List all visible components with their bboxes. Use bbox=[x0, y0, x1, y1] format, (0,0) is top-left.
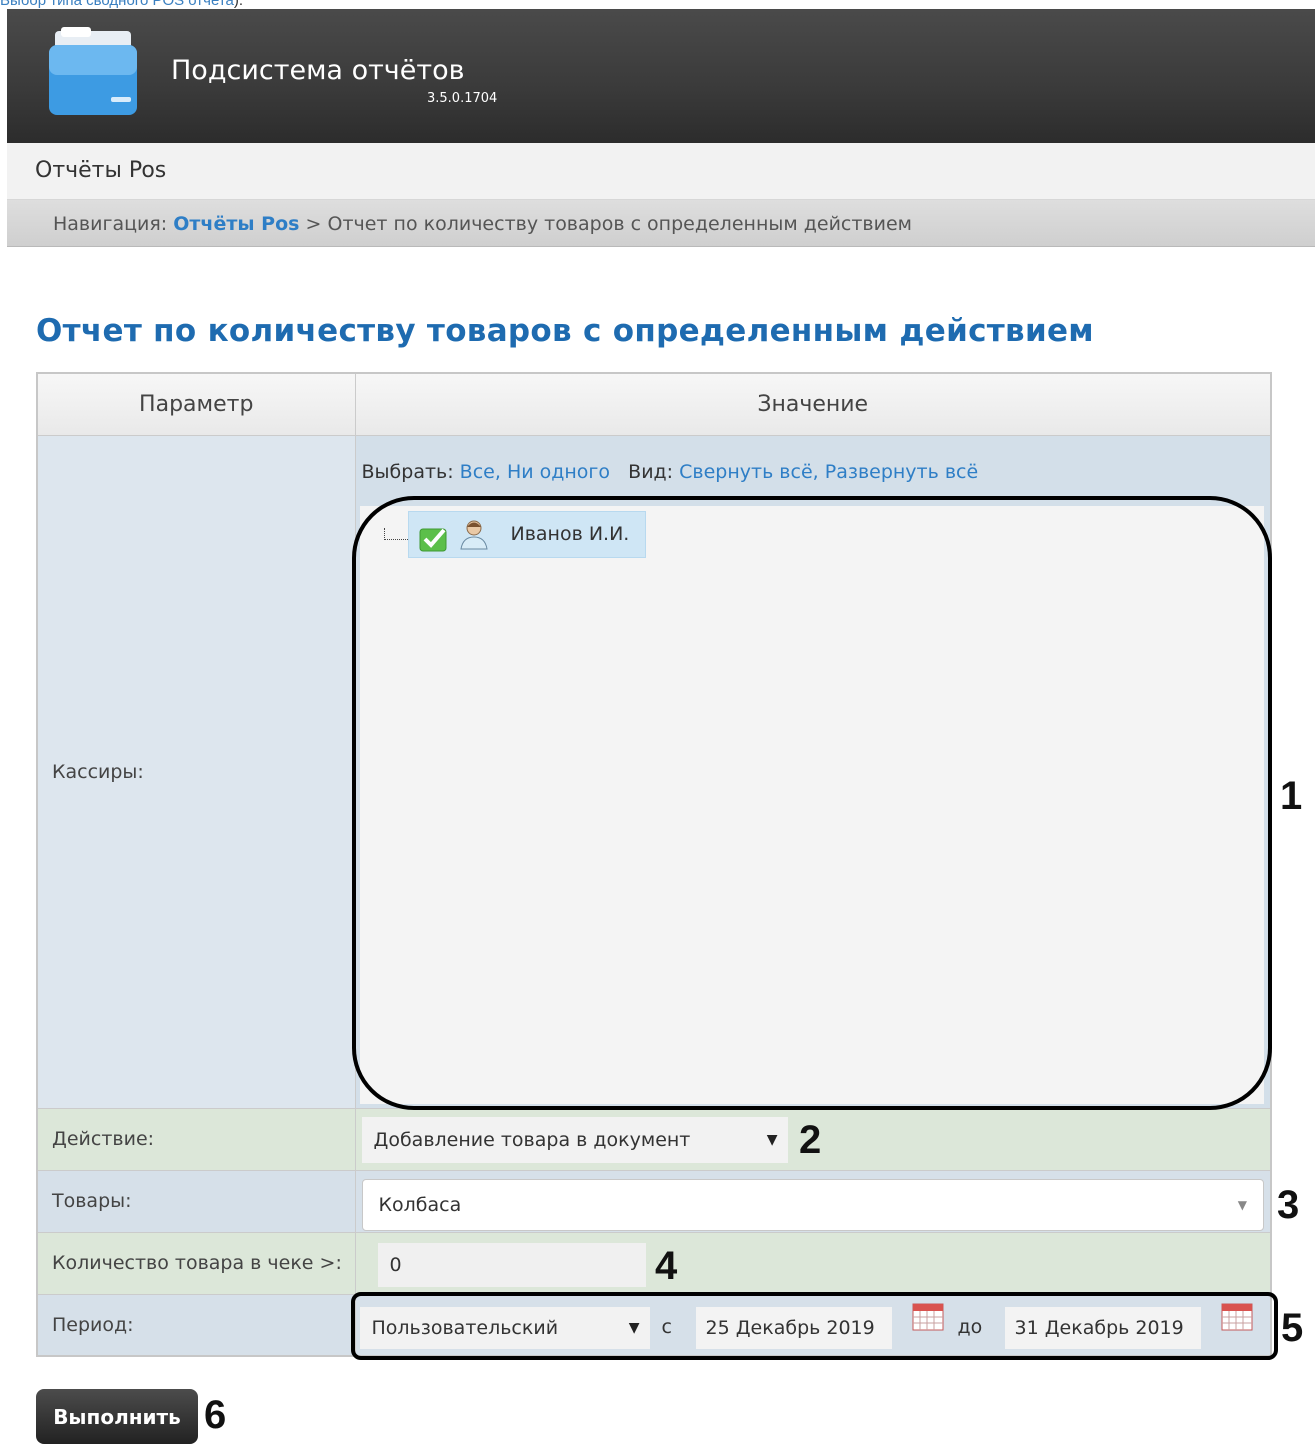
top-link[interactable]: Выбор типа сводного POS отчета). bbox=[0, 0, 243, 9]
calendar-icon[interactable] bbox=[1221, 1303, 1253, 1331]
period-from-label: с bbox=[661, 1315, 672, 1338]
app-title: Подсистема отчётов bbox=[171, 55, 465, 86]
callout-number-5: 5 bbox=[1281, 1306, 1304, 1350]
breadcrumb-current: Отчет по количеству товаров с определенн… bbox=[327, 213, 912, 235]
page-title: Отчет по количеству товаров с определенн… bbox=[36, 313, 1094, 349]
row-quantity: Количество товара в чеке >: 0 bbox=[36, 1231, 1272, 1295]
top-link-tail: ). bbox=[233, 0, 244, 9]
user-icon bbox=[459, 520, 488, 549]
goods-label: Товары: bbox=[36, 1169, 356, 1233]
row-period: Период: Пользовательский ▼ с 25 Декабрь … bbox=[36, 1293, 1272, 1357]
quantity-input[interactable]: 0 bbox=[377, 1242, 646, 1287]
row-action: Действие: Добавление товара в документ ▼ bbox=[36, 1107, 1272, 1171]
row-goods: Товары: Колбаса ▼ bbox=[36, 1169, 1272, 1233]
period-select[interactable]: Пользовательский ▼ bbox=[359, 1306, 650, 1349]
callout-number-1: 1 bbox=[1280, 774, 1303, 818]
select-all-link[interactable]: Все, bbox=[460, 461, 501, 483]
report-params-table: Параметр Значение Кассиры: Выбрать: Все,… bbox=[36, 372, 1272, 1357]
cashiers-tree: Иванов И.И. bbox=[359, 505, 1264, 1104]
dropdown-arrow-icon: ▼ bbox=[766, 1131, 778, 1148]
breadcrumb-separator: > bbox=[305, 213, 322, 235]
app-header: Подсистема отчётов 3.5.0.1704 bbox=[7, 9, 1315, 143]
cashiers-value-cell: Выбрать: Все, Ни одного Вид: Свернуть вс… bbox=[354, 434, 1272, 1109]
period-from-input[interactable]: 25 Декабрь 2019 bbox=[695, 1306, 892, 1349]
dropdown-arrow-icon: ▼ bbox=[1237, 1197, 1247, 1212]
breadcrumb-prefix: Навигация: bbox=[53, 213, 168, 235]
quantity-label: Количество товара в чеке >: bbox=[36, 1231, 356, 1295]
view-label: Вид: bbox=[628, 460, 674, 483]
select-label: Выбрать: bbox=[361, 460, 454, 483]
breadcrumb-link-pos-reports[interactable]: Отчёты Pos bbox=[173, 213, 299, 235]
collapse-all-link[interactable]: Свернуть всё, bbox=[679, 461, 819, 483]
callout-number-6: 6 bbox=[204, 1393, 227, 1437]
breadcrumb: Навигация: Отчёты Pos > Отчет по количес… bbox=[7, 200, 1315, 247]
period-label: Период: bbox=[36, 1293, 356, 1357]
checkbox-checked-icon[interactable] bbox=[419, 524, 449, 552]
dropdown-arrow-icon: ▼ bbox=[628, 1319, 640, 1336]
period-to-label: до bbox=[957, 1315, 983, 1338]
cashiers-label: Кассиры: bbox=[36, 434, 356, 1109]
period-to-input[interactable]: 31 Декабрь 2019 bbox=[1004, 1306, 1201, 1349]
tree-connector bbox=[383, 527, 410, 540]
col-header-value: Значение bbox=[354, 372, 1272, 436]
goods-select[interactable]: Колбаса ▼ bbox=[361, 1178, 1264, 1231]
period-value-cell: Пользовательский ▼ с 25 Декабрь 2019 до … bbox=[354, 1293, 1272, 1357]
row-cashiers: Кассиры: Выбрать: Все, Ни одного Вид: Св… bbox=[36, 434, 1272, 1109]
action-select[interactable]: Добавление товара в документ ▼ bbox=[361, 1116, 788, 1163]
callout-number-2: 2 bbox=[799, 1118, 822, 1162]
tree-node-label: Иванов И.И. bbox=[510, 522, 630, 545]
goods-value-cell: Колбаса ▼ bbox=[354, 1169, 1272, 1233]
action-select-value: Добавление товара в документ bbox=[373, 1128, 691, 1151]
top-link-text[interactable]: Выбор типа сводного POS отчета bbox=[0, 0, 234, 9]
tree-toolbar: Выбрать: Все, Ни одного Вид: Свернуть вс… bbox=[362, 461, 979, 483]
calendar-icon[interactable] bbox=[912, 1303, 944, 1331]
tree-node-cashier[interactable]: Иванов И.И. bbox=[407, 510, 646, 558]
select-none-link[interactable]: Ни одного bbox=[507, 461, 610, 483]
expand-all-link[interactable]: Развернуть всё bbox=[825, 461, 978, 483]
period-select-value: Пользовательский bbox=[371, 1316, 559, 1339]
quantity-value-cell: 0 bbox=[354, 1231, 1272, 1295]
callout-number-3: 3 bbox=[1277, 1183, 1300, 1227]
action-label: Действие: bbox=[36, 1107, 356, 1171]
goods-select-value: Колбаса bbox=[378, 1193, 462, 1216]
callout-number-4: 4 bbox=[655, 1244, 678, 1288]
section-bar: Отчёты Pos bbox=[7, 143, 1315, 200]
folder-logo-icon bbox=[49, 27, 137, 115]
section-title: Отчёты Pos bbox=[35, 158, 167, 183]
run-button[interactable]: Выполнить bbox=[36, 1389, 198, 1444]
col-header-param: Параметр bbox=[36, 372, 356, 436]
app-version: 3.5.0.1704 bbox=[427, 91, 498, 106]
